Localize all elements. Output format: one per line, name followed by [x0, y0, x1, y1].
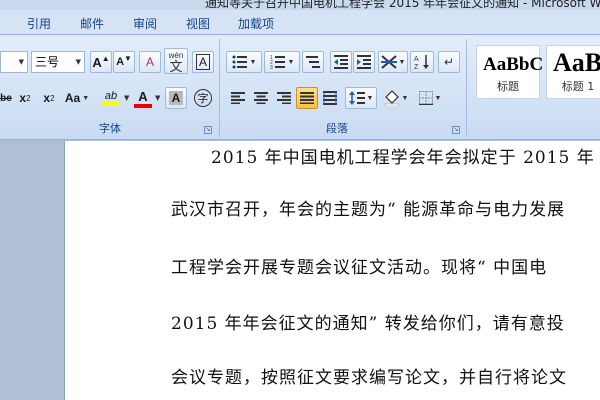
align-center-icon — [254, 92, 268, 104]
align-right-button[interactable] — [273, 87, 295, 109]
shrink-font-button[interactable]: A ▼ — [113, 51, 135, 73]
align-left-button[interactable] — [227, 87, 249, 109]
style-label: 标题 1 — [561, 80, 595, 93]
bullets-button[interactable]: ▼ — [226, 51, 262, 73]
grow-font-button[interactable]: A ▲ — [90, 51, 112, 73]
multilevel-list-button[interactable] — [302, 51, 324, 73]
font-color-button[interactable]: A — [130, 85, 156, 111]
borders-icon — [418, 91, 433, 105]
sort-icon: A Z — [414, 55, 429, 70]
subscript-icon: x — [19, 91, 27, 105]
align-right-icon — [277, 92, 291, 104]
group-divider — [219, 39, 220, 137]
enclose-characters-button[interactable]: 字 — [192, 87, 214, 109]
style-label: 标题 — [497, 80, 519, 93]
phonetic-guide-icon: 文 — [169, 59, 183, 74]
enclose-characters-icon: 字 — [194, 89, 212, 107]
document-line: 会议专题，按照征文要求编写论文，并自行将论文 — [171, 368, 567, 388]
line-spacing-icon — [348, 91, 365, 105]
justify-icon — [300, 92, 314, 104]
shrink-font-icon: A — [116, 56, 125, 68]
style-sample: AaB — [553, 48, 600, 77]
decrease-indent-icon — [334, 55, 348, 69]
show-marks-button[interactable]: ↵ — [438, 51, 460, 73]
borders-button[interactable]: ▼ — [414, 87, 446, 109]
chinese-layout-icon — [380, 55, 397, 69]
tab-view[interactable]: 视图 — [186, 15, 210, 32]
grow-font-icon: A — [92, 54, 102, 70]
increase-indent-button[interactable] — [353, 51, 375, 73]
document-page[interactable]: 2015 年中国电机工程学会年会拟定于 2015 年 武汉市召开，年会的主题为“… — [64, 141, 600, 400]
distributed-align-icon — [323, 91, 337, 105]
character-shading-button[interactable]: A — [165, 87, 187, 109]
styles-gallery: AaBbC 标题 AaB 标题 1 — [476, 41, 600, 101]
document-line: 2015 年中国电机工程学会年会拟定于 2015 年 — [211, 148, 595, 168]
tab-mailings[interactable]: 邮件 — [80, 15, 104, 32]
chevron-down-icon: ▼ — [75, 58, 81, 66]
title-bar: 通知等关于召开中国电机工程学会 2015 年年会征文的通知 - Microsof… — [0, 0, 600, 10]
change-case-button[interactable]: Aa ▼ — [62, 87, 92, 109]
window-title: 通知等关于召开中国电机工程学会 2015 年年会征文的通知 - Microsof… — [205, 0, 600, 10]
ribbon-tabs: 引用 邮件 审阅 视图 加载项 — [0, 10, 600, 35]
pilcrow-icon: ↵ — [443, 55, 455, 69]
highlight-color-swatch — [102, 102, 120, 106]
font-color-icon: A — [138, 88, 148, 104]
font-size-dropdown[interactable]: 三号 ▼ — [31, 51, 85, 73]
svg-text:Z: Z — [414, 64, 419, 70]
chevron-down-icon: ▼ — [124, 94, 130, 102]
paragraph-group-label: 段落 — [326, 122, 348, 135]
subscript-button[interactable]: x2 — [14, 87, 36, 109]
phonetic-guide-button[interactable]: wén 文 — [164, 48, 188, 74]
chevron-down-icon: ▼ — [18, 58, 24, 66]
highlight-color-button[interactable]: ab — [95, 85, 127, 111]
decrease-indent-button[interactable] — [330, 51, 352, 73]
line-spacing-button[interactable]: ▼ — [345, 87, 377, 109]
svg-text:A: A — [414, 56, 419, 63]
numbering-button[interactable]: 1 2 3 ▼ — [264, 51, 300, 73]
chevron-down-icon: ▼ — [155, 94, 161, 102]
align-left-icon — [231, 92, 245, 104]
numbered-list-icon: 1 2 3 — [270, 55, 285, 69]
highlighter-icon: ab — [104, 90, 118, 102]
font-group-label: 字体 — [99, 122, 121, 135]
style-heading-1[interactable]: AaB 标题 1 — [546, 45, 600, 99]
style-title[interactable]: AaBbC 标题 — [476, 45, 544, 99]
tab-references[interactable]: 引用 — [27, 15, 51, 32]
superscript-icon: x — [43, 91, 51, 105]
distributed-button[interactable] — [319, 87, 341, 109]
document-line: 武汉市召开，年会的主题为“ 能源革命与电力发展 — [171, 200, 566, 220]
document-line: 2015 年年会征文的通知” 转发给你们，请有意投 — [171, 314, 565, 334]
svg-text:3: 3 — [270, 65, 273, 69]
shading-button[interactable]: ▼ — [381, 87, 411, 109]
paragraph-dialog-launcher-icon[interactable]: ↘ — [452, 126, 460, 134]
bullet-list-icon — [232, 55, 247, 69]
strikethrough-button[interactable]: be — [0, 87, 12, 109]
change-case-icon: Aa — [64, 91, 81, 105]
tab-review[interactable]: 审阅 — [133, 15, 157, 32]
character-shading-icon: A — [168, 91, 184, 105]
paint-bucket-icon — [384, 90, 399, 106]
increase-indent-icon — [357, 55, 371, 69]
clear-formatting-icon: A — [145, 55, 154, 69]
chinese-layout-button[interactable]: ▼ — [378, 51, 408, 73]
sort-button[interactable]: A Z — [410, 51, 434, 73]
multilevel-list-icon — [306, 56, 320, 68]
font-size-value: 三号 — [35, 55, 60, 69]
character-border-button[interactable]: A — [192, 51, 214, 73]
font-color-swatch — [134, 103, 152, 108]
align-center-button[interactable] — [250, 87, 272, 109]
font-dialog-launcher-icon[interactable]: ↘ — [204, 126, 212, 134]
font-name-dropdown[interactable]: ▼ — [0, 51, 28, 73]
style-sample: AaBbC — [483, 54, 544, 75]
group-divider — [466, 39, 467, 137]
character-border-icon: A — [195, 54, 210, 70]
clear-formatting-button[interactable]: A — [139, 51, 161, 73]
justify-button[interactable] — [296, 87, 318, 109]
document-line: 工程学会开展专题会议征文活动。现将“ 中国电 — [171, 258, 548, 278]
superscript-button[interactable]: x2 — [38, 87, 60, 109]
ribbon: ▼ 三号 ▼ A ▲ A ▼ A wén 文 A be x2 x2 Aa ▼ ab ▼… — [0, 35, 600, 140]
tab-addins[interactable]: 加载项 — [238, 15, 274, 32]
